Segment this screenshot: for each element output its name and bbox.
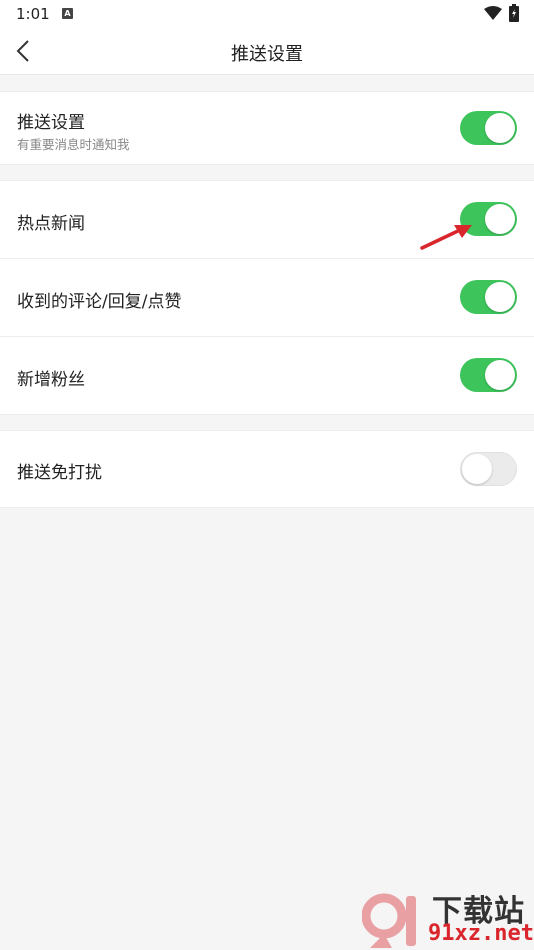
- page-title: 推送设置: [231, 44, 303, 65]
- settings-row-push: 推送设置 有重要消息时通知我: [0, 92, 534, 164]
- notification-types-section: 热点新闻 收到的评论/回复/点赞 新增粉丝: [0, 180, 534, 415]
- row-label: 新增粉丝: [17, 370, 85, 390]
- notification-icon: A: [62, 8, 73, 19]
- toggle-knob: [485, 282, 515, 312]
- row-label: 推送设置: [17, 113, 85, 133]
- annotation-arrow-icon: [420, 225, 472, 250]
- watermark-domain: 91xz.net: [428, 921, 534, 946]
- push-settings-section: 推送设置 有重要消息时通知我: [0, 91, 534, 165]
- status-time: 1:01: [16, 5, 50, 23]
- new-fans-toggle[interactable]: [460, 358, 517, 392]
- wifi-icon: [484, 6, 502, 20]
- row-label: 热点新闻: [17, 214, 85, 234]
- status-bar: 1:01 A: [0, 0, 534, 28]
- battery-icon: [509, 4, 519, 22]
- toggle-knob: [485, 204, 515, 234]
- dnd-toggle[interactable]: [460, 452, 517, 486]
- toggle-knob: [485, 113, 515, 143]
- app-bar: 推送设置: [0, 28, 534, 75]
- comments-toggle[interactable]: [460, 280, 517, 314]
- row-label: 收到的评论/回复/点赞: [17, 292, 182, 312]
- row-label: 推送免打扰: [17, 463, 102, 483]
- watermark: 下载站 91xz.net: [362, 888, 534, 948]
- watermark-logo-icon: [362, 893, 416, 948]
- push-toggle[interactable]: [460, 111, 517, 145]
- settings-row-dnd: 推送免打扰: [0, 431, 534, 507]
- settings-row-new-fans: 新增粉丝: [0, 336, 534, 414]
- toggle-knob: [462, 454, 492, 484]
- row-sublabel: 有重要消息时通知我: [17, 137, 130, 152]
- settings-row-comments: 收到的评论/回复/点赞: [0, 258, 534, 336]
- do-not-disturb-section: 推送免打扰: [0, 430, 534, 508]
- toggle-knob: [485, 360, 515, 390]
